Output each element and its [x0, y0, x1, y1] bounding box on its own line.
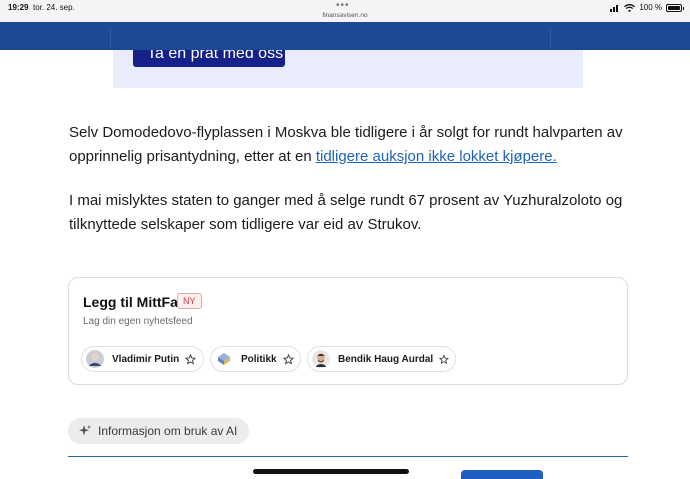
signal-icon [610, 4, 619, 12]
article-paragraph: Selv Domodedovo-flyplassen i Moskva ble … [69, 121, 669, 169]
mittfa-card: Legg til MittFa NY Lag din egen nyhetsfe… [68, 277, 628, 385]
chip-label: Vladimir Putin [112, 353, 180, 365]
status-indicators: 100 % [610, 3, 684, 12]
multitasking-dots[interactable]: ••• [336, 0, 350, 11]
new-badge: NY [177, 293, 202, 309]
mittfa-title: Legg til MittFa [83, 294, 178, 310]
chip-label: Bendik Haug Aurdal [338, 353, 434, 365]
status-time: 19:29 [8, 3, 29, 12]
article-link[interactable]: tidligere auksjon ikke lokket kjøpere. [316, 148, 557, 165]
address-bar-url[interactable]: finansavisen.no [0, 12, 690, 19]
mittfa-subtitle: Lag din egen nyhetsfeed [83, 316, 193, 327]
chip-label: Politikk [241, 353, 277, 365]
ai-info-button[interactable]: Informasjon om bruk av AI [68, 418, 249, 444]
battery-icon [666, 3, 684, 12]
chip-politikk[interactable]: Politikk [210, 346, 301, 372]
ai-info-label: Informasjon om bruk av AI [98, 424, 238, 438]
chip-bendik-haug-aurdal[interactable]: Bendik Haug Aurdal [307, 346, 456, 372]
status-bar: 19:29 tor. 24. sep. ••• finansavisen.no … [0, 0, 690, 22]
status-date: tor. 24. sep. [33, 3, 75, 12]
article-paragraph: I mai mislyktes staten to ganger med å s… [69, 192, 623, 233]
star-icon[interactable] [185, 353, 197, 365]
battery-percent: 100 % [639, 3, 662, 12]
bottom-button[interactable] [461, 470, 543, 479]
star-icon[interactable] [439, 353, 449, 365]
section-divider [68, 456, 628, 457]
avatar [86, 350, 104, 368]
wifi-icon [624, 3, 636, 12]
chip-vladimir-putin[interactable]: Vladimir Putin [81, 346, 204, 372]
star-icon[interactable] [282, 353, 294, 365]
sparkle-icon [79, 425, 91, 436]
politics-icon [218, 353, 230, 365]
avatar [312, 350, 330, 368]
home-indicator[interactable] [253, 469, 409, 474]
site-header [0, 22, 690, 50]
